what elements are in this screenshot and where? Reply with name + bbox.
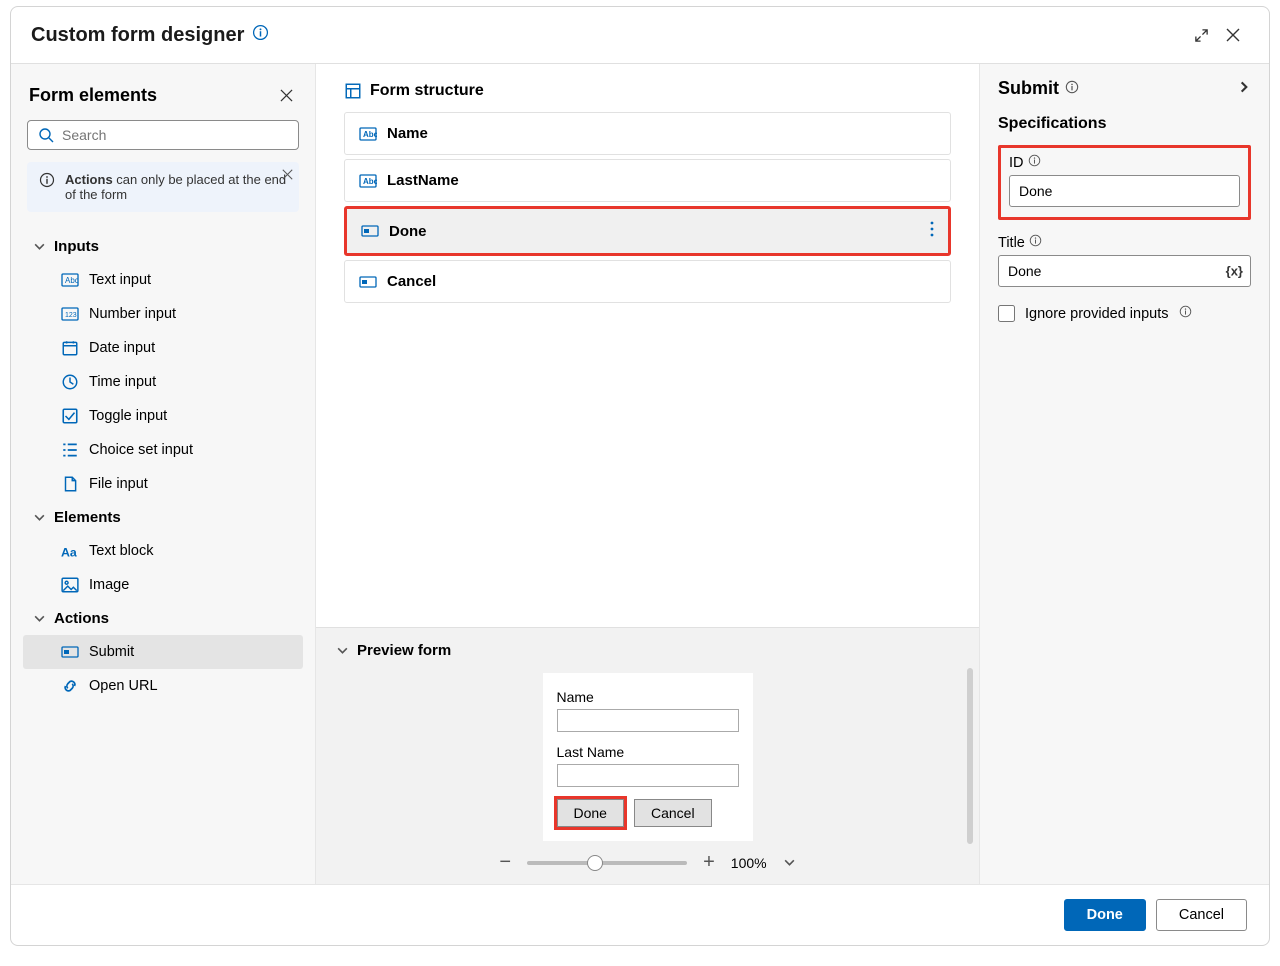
item-file-input[interactable]: File input: [23, 467, 303, 501]
info-icon[interactable]: [1028, 154, 1041, 171]
form-row-done[interactable]: Done: [344, 206, 951, 256]
info-icon: [39, 172, 55, 202]
notice-banner: Actions can only be placed at the end of…: [27, 162, 299, 212]
preview-title: Preview form: [357, 642, 451, 659]
zoom-in-button[interactable]: +: [703, 851, 715, 874]
specifications-label: Specifications: [998, 115, 1251, 133]
item-number-input[interactable]: 123Number input: [23, 297, 303, 331]
cancel-button[interactable]: Cancel: [1156, 899, 1247, 931]
item-submit[interactable]: Submit: [23, 635, 303, 669]
item-image[interactable]: Image: [23, 568, 303, 602]
preview-cancel-button[interactable]: Cancel: [634, 799, 712, 827]
zoom-value: 100%: [731, 855, 767, 871]
group-elements[interactable]: Elements: [23, 501, 303, 534]
preview-done-button[interactable]: Done: [557, 799, 624, 827]
search-input[interactable]: [62, 127, 288, 143]
item-text-input[interactable]: AbcText input: [23, 263, 303, 297]
form-structure-icon: [344, 82, 362, 100]
chevron-down-icon[interactable]: [336, 644, 349, 657]
chevron-down-icon: [33, 240, 46, 253]
titlebar: Custom form designer: [11, 7, 1269, 64]
expression-button[interactable]: {x}: [1226, 264, 1243, 279]
preview-label-lastname: Last Name: [557, 744, 739, 760]
ignore-inputs-label: Ignore provided inputs: [1025, 306, 1169, 322]
chevron-down-icon[interactable]: [783, 856, 796, 869]
svg-text:123: 123: [65, 312, 77, 319]
zoom-slider[interactable]: [527, 861, 687, 865]
group-inputs[interactable]: Inputs: [23, 230, 303, 263]
group-label: Inputs: [54, 238, 99, 255]
title-input[interactable]: [998, 255, 1251, 287]
sidebar-close-icon[interactable]: [275, 84, 297, 106]
svg-text:Abc: Abc: [65, 276, 79, 285]
preview-panel: Preview form Name Last Name Done Cancel …: [316, 627, 979, 884]
window-title: Custom form designer: [31, 24, 244, 47]
item-toggle-input[interactable]: Toggle input: [23, 399, 303, 433]
form-structure: Form structure Abc Name Abc LastName Don…: [316, 64, 979, 627]
search-icon: [38, 127, 54, 143]
properties-panel: Submit Specifications ID Title: [979, 64, 1269, 884]
form-structure-title: Form structure: [370, 82, 484, 100]
info-icon[interactable]: [1179, 305, 1192, 322]
svg-text:Abc: Abc: [363, 130, 377, 139]
form-row-cancel[interactable]: Cancel: [344, 260, 951, 303]
group-label: Actions: [54, 610, 109, 627]
item-text-block[interactable]: AaText block: [23, 534, 303, 568]
preview-label-name: Name: [557, 689, 739, 705]
preview-scrollbar[interactable]: [967, 668, 973, 844]
item-choice-set-input[interactable]: Choice set input: [23, 433, 303, 467]
sidebar-title: Form elements: [29, 85, 157, 106]
item-time-input[interactable]: Time input: [23, 365, 303, 399]
id-label: ID: [1009, 155, 1024, 171]
notice-text: Actions can only be placed at the end of…: [65, 172, 287, 202]
close-icon[interactable]: [1217, 19, 1249, 51]
form-row-name[interactable]: Abc Name: [344, 112, 951, 155]
info-icon[interactable]: [1065, 78, 1079, 99]
done-button[interactable]: Done: [1064, 899, 1146, 931]
id-field-highlight: ID: [998, 145, 1251, 220]
item-date-input[interactable]: Date input: [23, 331, 303, 365]
svg-text:Abc: Abc: [363, 177, 377, 186]
form-row-lastname[interactable]: Abc LastName: [344, 159, 951, 202]
chevron-right-icon[interactable]: [1237, 78, 1251, 99]
group-actions[interactable]: Actions: [23, 602, 303, 635]
footer: Done Cancel: [11, 884, 1269, 945]
expand-icon[interactable]: [1185, 19, 1217, 51]
info-icon[interactable]: [252, 24, 269, 46]
props-header: Submit: [998, 78, 1059, 99]
preview-card: Name Last Name Done Cancel: [543, 673, 753, 841]
zoom-out-button[interactable]: −: [499, 851, 511, 874]
id-input[interactable]: [1009, 175, 1240, 207]
notice-close-icon[interactable]: [282, 168, 293, 183]
ignore-inputs-checkbox[interactable]: [998, 305, 1015, 322]
preview-input-name[interactable]: [557, 709, 739, 732]
info-icon[interactable]: [1029, 234, 1042, 251]
title-label: Title: [998, 235, 1025, 251]
chevron-down-icon: [33, 612, 46, 625]
more-icon[interactable]: [930, 221, 934, 241]
item-open-url[interactable]: Open URL: [23, 669, 303, 703]
chevron-down-icon: [33, 511, 46, 524]
search-input-wrapper[interactable]: [27, 120, 299, 150]
sidebar: Form elements Actions can only be placed…: [11, 64, 316, 884]
group-label: Elements: [54, 509, 121, 526]
preview-input-lastname[interactable]: [557, 764, 739, 787]
svg-text:Aa: Aa: [61, 546, 77, 560]
